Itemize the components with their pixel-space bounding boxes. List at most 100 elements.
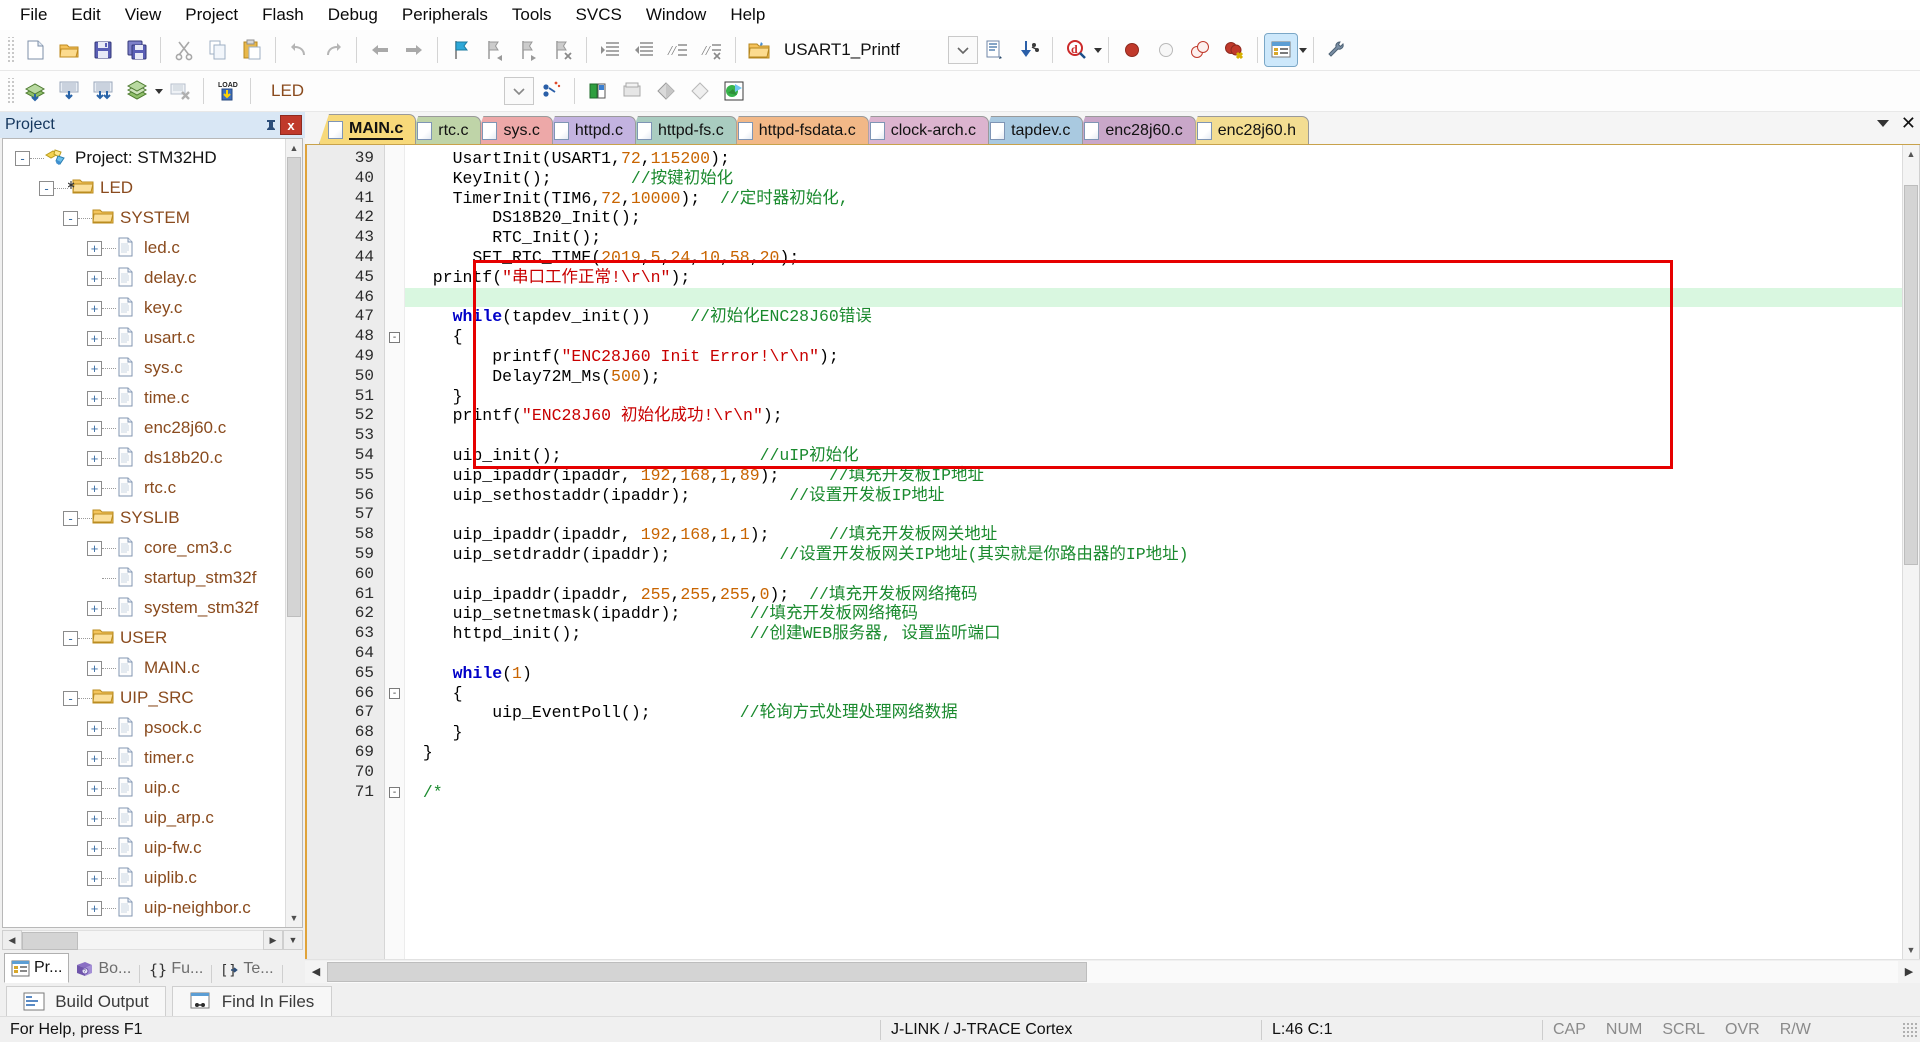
expand-toggle-icon[interactable]: + — [87, 720, 102, 736]
collapse-toggle-icon[interactable]: - — [63, 210, 78, 226]
new-file-icon[interactable] — [19, 34, 51, 66]
manage-components-icon[interactable] — [582, 75, 614, 107]
editor-tab-rtc-c[interactable]: rtc.c — [408, 116, 482, 144]
batch-build-caret[interactable] — [155, 88, 163, 94]
code-line[interactable]: { — [405, 684, 1902, 704]
build-icon[interactable] — [53, 75, 85, 107]
code-line[interactable]: uip_ipaddr(ipaddr, 192,168,1,89); //填充开发… — [405, 466, 1902, 486]
undo-icon[interactable] — [283, 34, 315, 66]
tree-item[interactable]: + MAIN.c — [3, 653, 302, 683]
tree-item[interactable]: - SYSTEM — [3, 203, 302, 233]
tree-item[interactable]: + core_cm3.c — [3, 533, 302, 563]
toolbar-grip-2[interactable] — [7, 78, 15, 104]
editor-tab-httpd-fs-c[interactable]: httpd-fs.c — [627, 116, 737, 144]
tab-build-output[interactable]: Build Output — [6, 986, 166, 1016]
code-line[interactable]: httpd_init(); //创建WEB服务器, 设置监听端口 — [405, 624, 1902, 644]
collapse-toggle-icon[interactable]: - — [63, 510, 78, 526]
tab-books[interactable]: ? Bo... — [69, 955, 137, 983]
code-line[interactable]: printf("串口工作正常!\r\n"); — [405, 268, 1902, 288]
code-line[interactable] — [405, 644, 1902, 664]
project-window-caret[interactable] — [1298, 47, 1307, 53]
collapse-toggle-icon[interactable]: - — [63, 690, 78, 706]
tab-find-in-files[interactable]: Find In Files — [172, 986, 332, 1016]
save-icon[interactable] — [87, 34, 119, 66]
expand-toggle-icon[interactable]: + — [87, 660, 102, 676]
menu-item-edit[interactable]: Edit — [59, 2, 112, 28]
manage-run-time-icon[interactable] — [616, 75, 648, 107]
paste-icon[interactable] — [236, 34, 268, 66]
code-line[interactable] — [405, 565, 1902, 585]
tree-item[interactable]: + uiplib.c — [3, 863, 302, 893]
find-in-files-icon[interactable]: d — [1060, 34, 1092, 66]
editor-tab-httpd-c[interactable]: httpd.c — [544, 116, 636, 144]
expand-toggle-icon[interactable]: + — [87, 600, 102, 616]
tree-item[interactable]: + usart.c — [3, 323, 302, 353]
tree-item[interactable]: - SYSLIB — [3, 503, 302, 533]
code-line[interactable]: uip_sethostaddr(ipaddr); //设置开发板IP地址 — [405, 486, 1902, 506]
close-icon[interactable]: ✕ — [1901, 114, 1916, 132]
bookmark-clear-icon[interactable] — [547, 34, 579, 66]
pin-icon[interactable] — [262, 116, 280, 134]
collapse-toggle-icon[interactable]: - — [63, 630, 78, 646]
uncomment-lines-icon[interactable]: // — [696, 34, 728, 66]
menu-item-file[interactable]: File — [8, 2, 59, 28]
hscroll-right-arrow[interactable]: ▶ — [263, 930, 283, 950]
svcs-icon[interactable] — [718, 75, 750, 107]
expand-toggle-icon[interactable]: + — [87, 240, 102, 256]
code-line[interactable] — [405, 763, 1902, 783]
configure-debug-icon[interactable] — [1013, 34, 1045, 66]
redo-icon[interactable] — [317, 34, 349, 66]
code-line[interactable]: DS18B20_Init(); — [405, 208, 1902, 228]
fold-toggle[interactable]: - — [385, 684, 404, 704]
tree-item[interactable]: + rtc.c — [3, 473, 302, 503]
cut-icon[interactable] — [168, 34, 200, 66]
tree-item[interactable]: - LED — [3, 173, 302, 203]
bookmark-prev-icon[interactable] — [479, 34, 511, 66]
pack-installer-icon[interactable] — [650, 75, 682, 107]
tree-item[interactable]: - USER — [3, 623, 302, 653]
editor-vertical-scrollbar[interactable]: ▲ ▼ — [1902, 145, 1919, 959]
collapse-toggle-icon[interactable]: - — [39, 180, 54, 196]
code-line[interactable] — [405, 287, 1902, 308]
configuration-wizard-icon[interactable] — [1321, 34, 1353, 66]
target-dropdown-2[interactable] — [504, 77, 535, 105]
editor-tab-sys-c[interactable]: sys.c — [473, 116, 553, 144]
comment-lines-icon[interactable]: // — [662, 34, 694, 66]
project-tree-hscroll[interactable]: ◀ ▶ ▼ — [2, 929, 303, 951]
tab-templates[interactable]: [] Te... — [214, 955, 279, 983]
editor-tab-tapdev-c[interactable]: tapdev.c — [981, 116, 1084, 144]
expand-toggle-icon[interactable]: + — [87, 270, 102, 286]
breakpoint-insert-icon[interactable] — [1116, 34, 1148, 66]
editor-tab-clock-arch-c[interactable]: clock-arch.c — [860, 116, 990, 144]
manage-project-items-icon[interactable] — [535, 75, 567, 107]
code-line[interactable]: uip_ipaddr(ipaddr, 255,255,255,0); //填充开… — [405, 585, 1902, 605]
breakpoint-disable-icon[interactable] — [1150, 34, 1182, 66]
collapse-toggle-icon[interactable]: - — [15, 150, 30, 166]
find-dropdown-caret[interactable] — [1093, 47, 1102, 53]
code-line[interactable]: { — [405, 327, 1902, 347]
expand-toggle-icon[interactable]: + — [87, 840, 102, 856]
open-project-icon[interactable] — [743, 34, 775, 66]
fold-toggle[interactable]: - — [385, 783, 404, 803]
tree-item[interactable]: + timer.c — [3, 743, 302, 773]
expand-toggle-icon[interactable]: + — [87, 810, 102, 826]
code-line[interactable] — [405, 505, 1902, 525]
tree-item[interactable]: + uip.c — [3, 773, 302, 803]
hscroll-track[interactable] — [327, 960, 1898, 983]
tree-item[interactable]: + led.c — [3, 233, 302, 263]
target-select-dropdown[interactable] — [947, 36, 978, 64]
code-line[interactable] — [405, 426, 1902, 446]
code-line[interactable]: UsartInit(USART1,72,115200); — [405, 149, 1902, 169]
editor-tab-enc28j60-h[interactable]: enc28j60.h — [1187, 116, 1310, 144]
tree-item[interactable]: + uip-fw.c — [3, 833, 302, 863]
scroll-thumb[interactable] — [287, 157, 301, 617]
expand-toggle-icon[interactable]: + — [87, 300, 102, 316]
menu-item-project[interactable]: Project — [173, 2, 250, 28]
code-line[interactable]: } — [405, 743, 1902, 763]
editor-horizontal-scrollbar[interactable]: ◀ ▶ — [305, 959, 1920, 983]
code-line[interactable]: uip_init(); //uIP初始化 — [405, 446, 1902, 466]
hscroll-left-arrow[interactable]: ◀ — [305, 960, 327, 983]
tree-item[interactable]: + uip_arp.c — [3, 803, 302, 833]
tree-item[interactable]: + sys.c — [3, 353, 302, 383]
tree-item[interactable]: startup_stm32f — [3, 563, 302, 593]
